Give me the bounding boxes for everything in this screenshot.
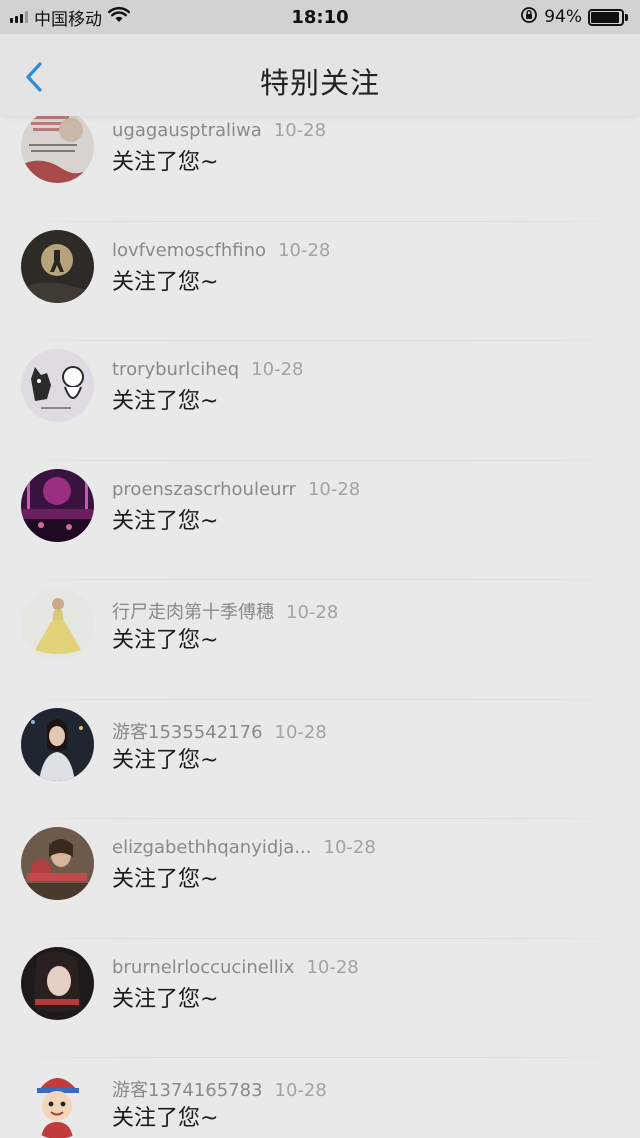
battery-percent: 94%: [544, 7, 582, 27]
username: 行尸走肉第十季傅穗 10-28: [112, 602, 339, 623]
username: ugagausptraliwa 10-28: [112, 120, 327, 141]
avatar[interactable]: [21, 1066, 94, 1138]
page-title: 特别关注: [259, 66, 380, 100]
follow-message: 关注了您~: [112, 1106, 219, 1131]
list-item[interactable]: elizgabethhqanyidja... 10-28 关注了您~: [0, 819, 640, 939]
username: lovfvemoscfhfino 10-28: [112, 239, 331, 261]
follow-date: 10-28: [274, 1080, 327, 1101]
follow-message: 关注了您~: [112, 269, 219, 295]
follow-message: 关注了您~: [112, 628, 219, 653]
list-item[interactable]: 游客1535542176 10-28 关注了您~: [0, 700, 640, 819]
avatar[interactable]: [21, 707, 94, 781]
username: troryburlciheq 10-28: [112, 359, 304, 380]
list-item[interactable]: 行尸走肉第十季傅穗 10-28 关注了您~: [0, 580, 640, 700]
follow-date: 10-28: [323, 837, 376, 858]
list-item[interactable]: brurnelrloccucinellix 10-28 关注了您~: [0, 939, 640, 1058]
clock: 18:10: [291, 6, 349, 28]
avatar[interactable]: [21, 110, 94, 183]
username: 游客1374165783 10-28: [112, 1080, 327, 1101]
follow-list: ugagausptraliwa 10-28 关注了您~ lovfvemoscfhf…: [0, 102, 640, 1138]
avatar[interactable]: [21, 229, 94, 303]
username: brurnelrloccucinellix 10-28: [112, 956, 359, 978]
follow-date: 10-28: [278, 239, 331, 261]
follow-date: 10-28: [273, 120, 327, 141]
avatar[interactable]: [21, 946, 94, 1020]
username: elizgabethhqanyidja... 10-28: [112, 837, 376, 858]
nav-bar: 特别关注: [0, 34, 640, 116]
screen: 中国移动 18:10 94% 特别关注 ugagausptraliwa 10-2…: [0, 0, 640, 1138]
follow-date: 10-28: [307, 478, 361, 500]
battery-icon: [588, 8, 628, 26]
follow-date: 10-28: [251, 359, 304, 380]
orientation-lock-icon: [520, 6, 538, 29]
follow-message: 关注了您~: [112, 150, 219, 175]
list-item[interactable]: ugagausptraliwa 10-28 关注了您~: [0, 102, 640, 222]
avatar[interactable]: [21, 468, 94, 542]
list-item[interactable]: troryburlciheq 10-28 关注了您~: [0, 341, 640, 461]
avatar[interactable]: [21, 827, 94, 900]
username: proenszascrhouleurr 10-28: [112, 478, 361, 500]
follow-message: 关注了您~: [112, 389, 219, 414]
carrier-label: 中国移动: [34, 9, 102, 30]
status-bar: 中国移动 18:10 94%: [0, 0, 640, 34]
username: 游客1535542176 10-28: [112, 721, 327, 743]
follow-date: 10-28: [286, 602, 339, 623]
follow-message: 关注了您~: [112, 867, 219, 892]
avatar[interactable]: [21, 349, 94, 422]
follow-date: 10-28: [306, 956, 359, 978]
follow-date: 10-28: [274, 721, 327, 743]
wifi-icon: [108, 6, 130, 28]
avatar[interactable]: [21, 588, 94, 661]
list-item[interactable]: 游客1374165783 10-28 关注了您~: [0, 1058, 640, 1138]
list-item[interactable]: proenszascrhouleurr 10-28 关注了您~: [0, 461, 640, 580]
follow-message: 关注了您~: [112, 508, 219, 534]
signal-icon: [10, 11, 28, 23]
list-item[interactable]: lovfvemoscfhfino 10-28 关注了您~: [0, 222, 640, 341]
status-right: 94%: [520, 6, 628, 29]
follow-message: 关注了您~: [112, 747, 219, 773]
follow-message: 关注了您~: [112, 986, 219, 1012]
status-left: 中国移动: [10, 5, 130, 30]
